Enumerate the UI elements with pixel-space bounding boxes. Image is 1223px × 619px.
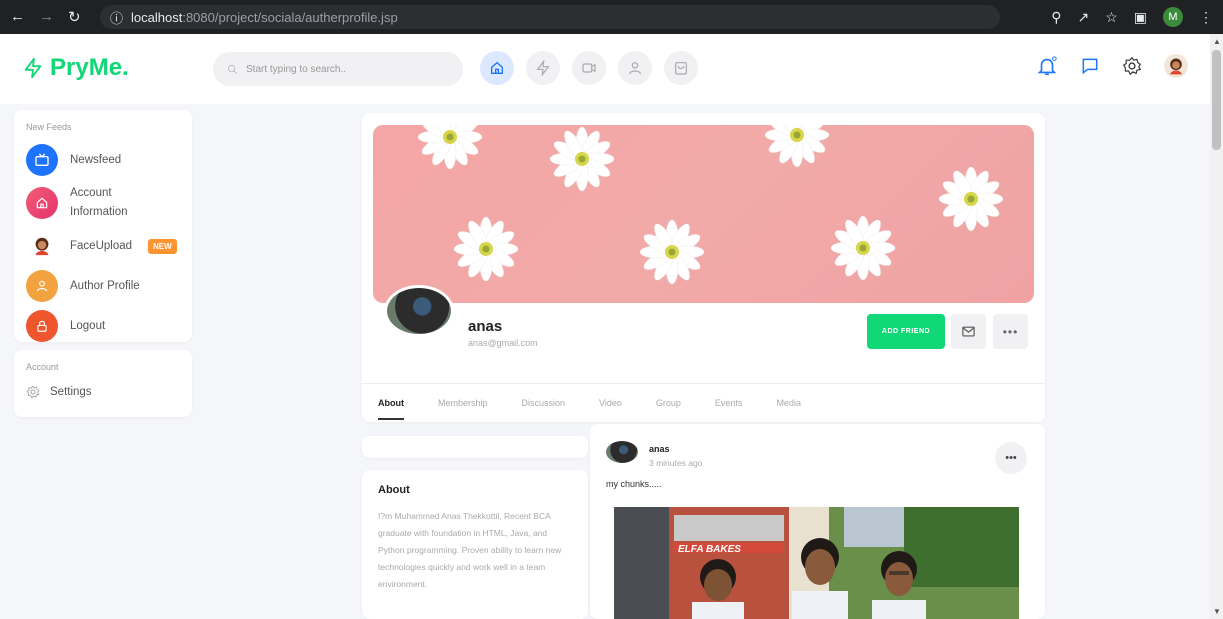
sidebar-item-author-profile[interactable]: Author Profile (26, 266, 180, 306)
browser-profile-avatar[interactable]: M (1163, 7, 1183, 27)
brand-name: PryMe. (50, 54, 129, 81)
nav-video[interactable] (572, 51, 606, 85)
back-icon[interactable]: ← (10, 8, 25, 26)
more-icon: ••• (1005, 452, 1017, 464)
sidebar-feeds: New Feeds Newsfeed Account Information F… (14, 110, 192, 342)
gear-icon (26, 385, 40, 399)
post-photo-scene: ELFA BAKES (614, 507, 1019, 619)
profile-tabs: About Membership Discussion Video Group … (362, 383, 1045, 422)
chat-icon[interactable] (1080, 56, 1100, 76)
tab-discussion[interactable]: Discussion (522, 398, 566, 408)
shop-sign: ELFA BAKES (678, 544, 741, 555)
page-scrollbar[interactable]: ▲ ▼ (1210, 34, 1223, 619)
post-more-button[interactable]: ••• (995, 442, 1027, 474)
sidebar-item-faceupload[interactable]: FaceUpload NEW (26, 226, 180, 266)
sidebar-item-settings[interactable]: Settings (26, 380, 180, 404)
info-icon[interactable]: ⓘ (110, 8, 123, 27)
new-badge: NEW (148, 238, 177, 254)
add-friend-button[interactable]: ADD FRIEND (867, 314, 945, 349)
gear-icon[interactable] (1122, 56, 1142, 76)
search-placeholder: Start typing to search.. (246, 63, 347, 75)
user-avatar[interactable] (1164, 54, 1188, 78)
sidebar-item-label: Account Information (70, 187, 128, 218)
sidebar-item-newsfeed[interactable]: Newsfeed (26, 140, 180, 180)
about-title: About (378, 484, 410, 496)
menu-icon[interactable]: ⋮ (1199, 9, 1213, 26)
browser-toolbar: ← → ↻ ⓘ localhost:8080/project/sociala/a… (0, 0, 1223, 34)
avatar-icon (26, 230, 58, 262)
more-options-button[interactable]: ••• (993, 314, 1028, 349)
profile-avatar[interactable] (384, 285, 454, 337)
share-icon[interactable]: ↗ (1077, 9, 1089, 26)
user-icon (26, 270, 58, 302)
brand-logo[interactable]: PryMe. (22, 54, 129, 82)
star-icon[interactable]: ☆ (1105, 9, 1118, 26)
post-author-avatar[interactable] (606, 441, 638, 463)
post-card: anas 3 minutes ago ••• my chunks..... EL… (590, 424, 1045, 619)
sidebar-section-title: New Feeds (26, 122, 72, 132)
post-author-name[interactable]: anas (649, 444, 670, 454)
scroll-thumb[interactable] (1212, 50, 1221, 150)
cover-photo (373, 125, 1034, 303)
sidebar-item-logout[interactable]: Logout (26, 306, 180, 346)
bell-icon[interactable] (1036, 55, 1058, 77)
browser-nav: ← → ↻ (10, 8, 100, 26)
search-input[interactable]: Start typing to search.. (213, 52, 463, 86)
nav-activity[interactable] (526, 51, 560, 85)
search-icon (227, 64, 237, 74)
lock-icon (26, 310, 58, 342)
home-icon (491, 61, 503, 74)
post-text: my chunks..... (606, 479, 662, 489)
more-icon: ••• (1002, 324, 1019, 339)
tab-about[interactable]: About (378, 398, 404, 420)
forward-icon[interactable]: → (39, 8, 54, 26)
message-button[interactable] (951, 314, 986, 349)
tab-events[interactable]: Events (715, 398, 743, 408)
post-photo[interactable]: ELFA BAKES (614, 507, 1019, 619)
about-text: I?m Muhammed Anas Thekkottil, Recent BCA… (378, 511, 562, 589)
app-header: PryMe. Start typing to search.. (0, 34, 1210, 104)
sidebar-item-label: Author Profile (70, 280, 140, 292)
profile-name: anas (468, 318, 503, 335)
home-icon (26, 187, 58, 219)
post-timestamp: 3 minutes ago (649, 458, 703, 468)
avatar-icon (1170, 58, 1182, 75)
sidebar-item-label: Logout (70, 320, 106, 332)
profile-email: anas@gmail.com (468, 338, 538, 348)
sidebar-item-label: Newsfeed (70, 154, 122, 166)
sidebar-account: Account Settings (14, 350, 192, 417)
video-icon (582, 63, 596, 73)
tab-membership[interactable]: Membership (438, 398, 488, 408)
cover-flowers (417, 125, 1004, 285)
sidebar-item-label: Settings (50, 386, 92, 398)
sidebar-item-account-information[interactable]: Account Information (26, 180, 180, 226)
url-host: localhost (131, 9, 183, 25)
user-icon (629, 62, 641, 75)
tab-group[interactable]: Group (656, 398, 681, 408)
sidebar-section-title: Account (26, 362, 59, 372)
main-nav (480, 51, 698, 85)
nav-shop[interactable] (664, 51, 698, 85)
nav-home[interactable] (480, 51, 514, 85)
sidepanel-icon[interactable]: ▣ (1134, 9, 1147, 26)
scroll-up-icon[interactable]: ▲ (1213, 37, 1221, 46)
address-bar[interactable]: ⓘ localhost:8080/project/sociala/autherp… (100, 5, 1000, 29)
bag-icon (675, 62, 687, 75)
mail-icon (962, 326, 975, 337)
bolt-icon (24, 57, 42, 79)
profile-card: anas anas@gmail.com ADD FRIEND ••• About… (362, 113, 1045, 422)
url-path: :8080/project/sociala/autherprofile.jsp (182, 9, 398, 25)
zoom-icon[interactable]: ⚲ (1051, 9, 1061, 26)
about-card: About I?m Muhammed Anas Thekkottil, Rece… (362, 470, 588, 619)
nav-profile[interactable] (618, 51, 652, 85)
scroll-down-icon[interactable]: ▼ (1213, 607, 1221, 616)
sidebar-item-label: FaceUpload (70, 240, 133, 252)
reload-icon[interactable]: ↻ (68, 8, 81, 26)
tab-video[interactable]: Video (599, 398, 622, 408)
bolt-icon (536, 60, 550, 76)
tv-icon (26, 144, 58, 176)
tab-media[interactable]: Media (776, 398, 801, 408)
blank-card (362, 436, 588, 458)
